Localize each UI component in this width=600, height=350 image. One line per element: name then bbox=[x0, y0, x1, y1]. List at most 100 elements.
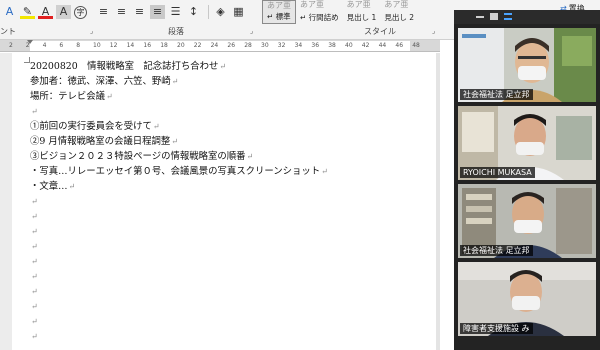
document-line[interactable]: ↵ bbox=[30, 254, 38, 269]
style-name: 見出し 2 bbox=[384, 13, 414, 22]
border-icon[interactable]: ▦ bbox=[231, 5, 246, 19]
document-line[interactable]: 参加者：徳武、深澤、六笠、野崎↵ bbox=[30, 74, 178, 89]
paragraph-mark: ↵ bbox=[106, 92, 113, 101]
style-preview: あア亜 bbox=[267, 1, 291, 10]
paragraph-mark: ↵ bbox=[31, 332, 38, 341]
style-preview: あア亜 bbox=[384, 0, 409, 9]
document-line[interactable]: ・写真…リレーエッセイ第０号、会議風景の写真スクリーンショット↵ bbox=[30, 164, 328, 179]
styles-group-label: スタイル bbox=[364, 27, 396, 36]
participant-tile-active-speaker[interactable]: RYOICHI MUKASA bbox=[458, 106, 596, 180]
participant-tile[interactable]: 障害者支援施設 み bbox=[458, 262, 596, 336]
styles-dialog-launcher-icon[interactable]: ⌟ bbox=[432, 27, 435, 35]
paragraph-mark: ↵ bbox=[68, 182, 76, 191]
align-center-icon[interactable]: ≡ bbox=[114, 5, 129, 19]
document-line[interactable]: ↵ bbox=[30, 209, 38, 224]
text-effects-icon[interactable]: A bbox=[2, 5, 17, 19]
line-text: ②9 月情報戦略室の会議日程調整 bbox=[30, 136, 171, 147]
style-heading-1[interactable]: あア亜 見出し 1 bbox=[343, 0, 381, 24]
ruler-number: 2 bbox=[9, 42, 13, 49]
style-name: 見出し 1 bbox=[346, 13, 377, 22]
document-line[interactable]: ③ビジョン２０２３特設ページの情報戦略室の順番↵ bbox=[30, 149, 253, 164]
enclose-char-icon[interactable]: 字 bbox=[74, 5, 87, 19]
highlight-icon[interactable]: ✎ bbox=[20, 5, 35, 19]
gallery-view-icon[interactable] bbox=[504, 13, 512, 20]
shading-icon[interactable]: ◈ bbox=[213, 5, 228, 19]
ruler-number: 8 bbox=[76, 42, 81, 49]
ruler-number: 26 bbox=[227, 42, 236, 49]
justify-icon[interactable]: ≡ bbox=[150, 5, 165, 19]
horizontal-ruler[interactable]: 2 2 4 6 8 10 12 14 16 18 20 22 24 26 28 30 32 34 36 38 40 42 4… bbox=[0, 40, 440, 52]
paragraph-mark: ↵ bbox=[31, 242, 38, 251]
ruler-number: 2 bbox=[25, 42, 30, 49]
paragraph-mark: ↵ bbox=[31, 287, 38, 296]
style-normal[interactable]: あア亜 ↵ 標準 bbox=[262, 0, 296, 24]
document-line[interactable]: ②9 月情報戦略室の会議日程調整↵ bbox=[30, 134, 178, 149]
minimize-icon[interactable] bbox=[476, 16, 484, 18]
document-page[interactable]: 20200820 情報戦略室 記念誌打ち合わせ↵ 参加者：徳武、深澤、六笠、野崎↵… bbox=[0, 53, 440, 350]
char-shading-icon[interactable]: A bbox=[56, 5, 71, 19]
divider bbox=[208, 5, 209, 19]
document-line[interactable]: ↵ bbox=[30, 239, 38, 254]
view-switch-icon[interactable] bbox=[490, 13, 498, 20]
participant-tile[interactable]: 社会福祉法 足立邦 bbox=[458, 184, 596, 258]
ruler-number: 16 bbox=[143, 42, 152, 49]
line-text: ①前回の実行委員会を受けて bbox=[30, 121, 152, 132]
document-line[interactable]: ↵ bbox=[30, 269, 38, 284]
paragraph-mark: ↵ bbox=[152, 122, 160, 131]
ruler-number: 30 bbox=[261, 42, 269, 49]
ruler-number: 34 bbox=[294, 42, 303, 49]
ruler-number: 4 bbox=[42, 42, 47, 49]
paragraph-mark: ↵ bbox=[31, 227, 38, 236]
document-line[interactable]: ↵ bbox=[30, 329, 38, 344]
line-text: ・写真…リレーエッセイ第０号、会議風景の写真スクリーンショット bbox=[30, 166, 321, 177]
ruler-number: 38 bbox=[328, 42, 336, 49]
ruler-number: 22 bbox=[193, 42, 202, 49]
document-line[interactable]: ↵ bbox=[30, 104, 38, 119]
style-name: ↵ 標準 bbox=[267, 12, 291, 21]
align-right-icon[interactable]: ≡ bbox=[132, 5, 147, 19]
align-left-icon[interactable]: ≡ bbox=[96, 5, 111, 19]
ruler-text-area bbox=[30, 41, 410, 51]
line-spacing-icon[interactable]: ↕ bbox=[186, 5, 201, 19]
paragraph-mark: ↵ bbox=[246, 152, 254, 161]
vertical-scrollbar[interactable] bbox=[436, 53, 440, 350]
document-line[interactable]: ↵ bbox=[30, 299, 38, 314]
document-line[interactable]: 20200820 情報戦略室 記念誌打ち合わせ↵ bbox=[30, 59, 226, 74]
paragraph-mark: ↵ bbox=[31, 197, 38, 206]
line-text: 20200820 情報戦略室 記念誌打ち合わせ bbox=[30, 61, 219, 72]
font-dialog-launcher-icon[interactable]: ⌟ bbox=[90, 27, 93, 35]
line-text: ③ビジョン２０２３特設ページの情報戦略室の順番 bbox=[30, 151, 246, 162]
ruler-number: 24 bbox=[210, 42, 219, 49]
video-call-gallery: 社会福祉法 足立邦 RYOICHI MUKASA 社会福祉法 足立邦 障害者支援… bbox=[454, 10, 600, 350]
style-heading-2[interactable]: あア亜 見出し 2 bbox=[380, 0, 418, 24]
participant-name: 社会福祉法 足立邦 bbox=[460, 245, 533, 256]
document-line[interactable]: 場所：テレビ会議↵ bbox=[30, 89, 113, 104]
ruler-number: 32 bbox=[277, 42, 286, 49]
document-line[interactable]: ①前回の実行委員会を受けて↵ bbox=[30, 119, 160, 134]
distributed-icon[interactable]: ☰ bbox=[168, 5, 183, 19]
ruler-number: 20 bbox=[177, 42, 185, 49]
ruler-number: 12 bbox=[109, 42, 118, 49]
paragraph-mark: ↵ bbox=[31, 272, 38, 281]
ruler-number: 18 bbox=[160, 42, 168, 49]
ruler-number: 36 bbox=[311, 42, 320, 49]
style-no-spacing[interactable]: あア亜 ↵ 行間詰め bbox=[296, 0, 343, 24]
paragraph-mark: ↵ bbox=[321, 167, 328, 176]
document-line[interactable]: ↵ bbox=[30, 284, 38, 299]
document-line[interactable]: ↵ bbox=[30, 314, 38, 329]
paragraph-mark: ↵ bbox=[31, 212, 38, 221]
paragraph-mark: ↵ bbox=[31, 317, 38, 326]
styles-gallery: あア亜 ↵ 標準 あア亜 ↵ 行間詰め あア亜 見出し 1 あア亜 見出し 2 bbox=[262, 0, 452, 24]
document-line[interactable]: ↵ bbox=[30, 224, 38, 239]
style-preview: あア亜 bbox=[300, 0, 324, 9]
paragraph-dialog-launcher-icon[interactable]: ⌟ bbox=[250, 27, 253, 35]
document-line[interactable]: ↵ bbox=[30, 194, 38, 209]
line-text: ・文章… bbox=[30, 181, 68, 192]
line-text: 場所：テレビ会議 bbox=[30, 91, 106, 102]
document-line[interactable]: ・文章…↵ bbox=[30, 179, 75, 194]
font-color-icon[interactable]: A bbox=[38, 5, 53, 19]
ruler-number: 48 bbox=[412, 42, 420, 49]
font-group-label: ント bbox=[0, 27, 16, 36]
style-name: ↵ 行間詰め bbox=[300, 13, 339, 22]
participant-tile[interactable]: 社会福祉法 足立邦 bbox=[458, 28, 596, 102]
